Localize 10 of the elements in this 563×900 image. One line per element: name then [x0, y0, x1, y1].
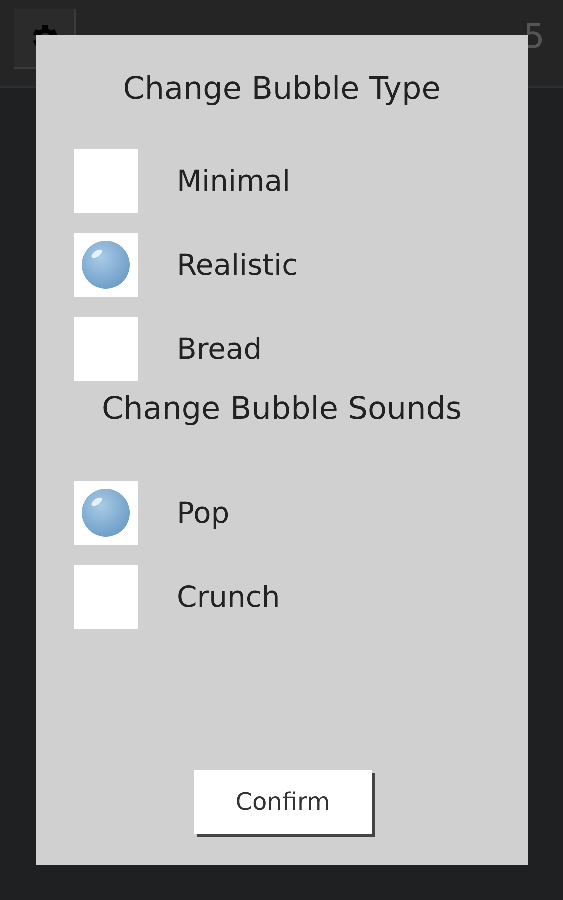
option-box[interactable]: [74, 481, 138, 545]
option-label: Realistic: [177, 248, 298, 282]
option-label: Minimal: [177, 164, 291, 198]
option-label: Bread: [177, 332, 262, 366]
option-box[interactable]: [74, 233, 138, 297]
option-label: Pop: [177, 496, 230, 530]
option-label: Crunch: [177, 580, 280, 614]
confirm-button[interactable]: Confirm: [194, 770, 372, 834]
section-title: Change Bubble Sounds: [100, 391, 464, 429]
section-title: Change Bubble Type: [122, 71, 442, 109]
